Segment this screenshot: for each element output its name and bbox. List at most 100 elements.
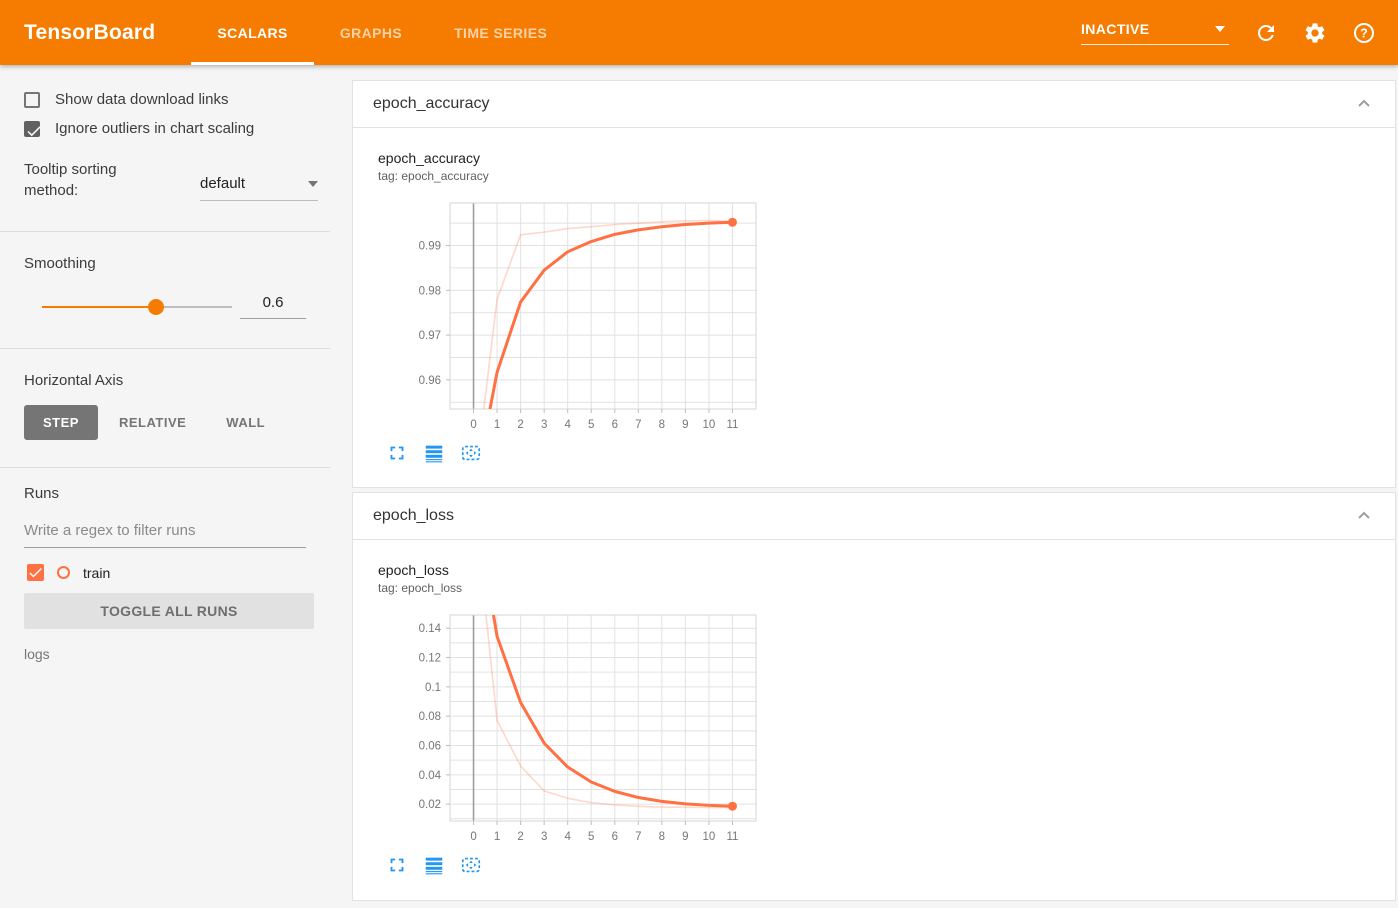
svg-text:11: 11 — [726, 419, 738, 431]
svg-text:8: 8 — [659, 831, 665, 843]
dropdown-caret-icon — [308, 180, 318, 187]
category-body: epoch_accuracy tag: epoch_accuracy 0.96 0… — [353, 128, 1395, 487]
fit-domain-icon[interactable] — [460, 442, 482, 464]
slider-fill — [42, 305, 156, 308]
settings-gear-icon[interactable] — [1303, 21, 1327, 45]
run-item-train[interactable]: train — [0, 564, 330, 581]
svg-text:4: 4 — [564, 831, 571, 843]
checkbox-label: Ignore outliers in chart scaling — [55, 120, 255, 137]
svg-text:4: 4 — [564, 419, 571, 431]
svg-text:0.1: 0.1 — [425, 682, 441, 694]
svg-text:10: 10 — [703, 419, 716, 431]
chevron-up-icon[interactable] — [1355, 507, 1373, 525]
svg-text:2: 2 — [517, 419, 523, 431]
divider — [0, 231, 330, 232]
svg-text:0.98: 0.98 — [419, 285, 441, 297]
show-download-links-checkbox[interactable]: Show data download links — [0, 91, 330, 108]
header-actions: INACTIVE ? — [1081, 21, 1376, 45]
tab-graphs[interactable]: GRAPHS — [314, 0, 428, 65]
runs-filter-input[interactable] — [24, 522, 306, 548]
divider — [0, 467, 330, 468]
svg-text:7: 7 — [635, 831, 641, 843]
runs-selector-icon[interactable] — [423, 442, 445, 464]
chart-svg: 0.96 0.97 0.98 0.99 0 1 2 3 4 5 6 7 8 9 10 11 — [419, 202, 757, 431]
settings-sidebar: Show data download links Ignore outliers… — [0, 65, 330, 908]
ignore-outliers-checkbox[interactable]: Ignore outliers in chart scaling — [0, 120, 330, 137]
scalar-chart-card: epoch_accuracy tag: epoch_accuracy 0.96 0… — [378, 150, 778, 464]
toggle-all-runs-button[interactable]: TOGGLE ALL RUNS — [24, 593, 314, 629]
smoothing-slider[interactable] — [42, 298, 232, 315]
chart-tag: tag: epoch_loss — [378, 581, 463, 595]
run-color-swatch-icon — [57, 566, 70, 579]
run-checkbox-checked-icon[interactable] — [27, 564, 44, 581]
svg-text:2: 2 — [517, 831, 523, 843]
checkbox-label: Show data download links — [55, 91, 229, 108]
axis-step-button[interactable]: STEP — [24, 405, 98, 440]
svg-text:0.08: 0.08 — [419, 711, 441, 723]
svg-text:3: 3 — [541, 831, 547, 843]
smoothing-slider-row: 0.6 — [0, 294, 330, 319]
chart-toolbar — [386, 442, 778, 464]
svg-text:7: 7 — [635, 419, 641, 431]
app-title: TensorBoard — [24, 20, 156, 44]
chevron-up-icon[interactable] — [1355, 95, 1373, 113]
svg-text:0.14: 0.14 — [419, 623, 442, 635]
checkbox-checked-icon[interactable] — [24, 120, 41, 137]
svg-text:6: 6 — [612, 831, 618, 843]
horizontal-axis-buttons: STEP RELATIVE WALL — [0, 405, 330, 440]
svg-text:5: 5 — [588, 419, 594, 431]
runs-heading: Runs — [24, 485, 60, 502]
tooltip-sorting-row: Tooltip sorting method: default — [0, 159, 330, 201]
category-header[interactable]: epoch_accuracy — [353, 81, 1395, 128]
svg-text:0.96: 0.96 — [419, 375, 441, 387]
reload-status-dropdown[interactable]: INACTIVE — [1081, 21, 1229, 45]
refresh-icon[interactable] — [1254, 21, 1278, 45]
svg-text:0.97: 0.97 — [419, 330, 441, 342]
tooltip-sorting-dropdown[interactable]: default — [200, 175, 318, 201]
chart-svg: 0.02 0.04 0.06 0.08 0.1 0.12 0.14 0 1 2 3 4 5 6 7 8 9 10 1… — [419, 614, 757, 843]
svg-text:0: 0 — [470, 419, 476, 431]
line-chart[interactable]: 0.02 0.04 0.06 0.08 0.1 0.12 0.14 0 1 2 3 4 5 6 7 8 9 10 1… — [378, 607, 778, 850]
runs-selector-icon[interactable] — [423, 854, 445, 876]
chart-toolbar — [386, 854, 778, 876]
smoothing-value-input[interactable]: 0.6 — [240, 294, 306, 319]
category-body: epoch_loss tag: epoch_loss 0.02 0.04 0.06 0… — [353, 540, 1395, 900]
svg-text:9: 9 — [682, 419, 688, 431]
dropdown-caret-icon — [1215, 25, 1225, 32]
svg-text:3: 3 — [541, 419, 547, 431]
horizontal-axis-heading: Horizontal Axis — [24, 372, 124, 389]
fit-domain-icon[interactable] — [460, 854, 482, 876]
svg-text:0: 0 — [470, 831, 476, 843]
slider-thumb[interactable] — [148, 298, 164, 315]
app-header: TensorBoard SCALARS GRAPHS TIME SERIES I… — [0, 0, 1398, 65]
line-chart[interactable]: 0.96 0.97 0.98 0.99 0 1 2 3 4 5 6 7 8 9 10 11 — [378, 195, 778, 438]
svg-text:11: 11 — [726, 831, 738, 843]
scalar-chart-card: epoch_loss tag: epoch_loss 0.02 0.04 0.06 0… — [378, 562, 778, 876]
category-card-epoch-accuracy: epoch_accuracy epoch_accuracy tag: epoch… — [352, 80, 1396, 488]
category-title: epoch_loss — [373, 507, 454, 524]
axis-wall-button[interactable]: WALL — [207, 405, 284, 440]
svg-text:1: 1 — [494, 419, 500, 431]
expand-chart-icon[interactable] — [386, 854, 408, 876]
tab-scalars[interactable]: SCALARS — [191, 0, 315, 65]
svg-text:9: 9 — [682, 831, 688, 843]
chart-title: epoch_accuracy — [378, 150, 480, 166]
svg-text:0.12: 0.12 — [419, 653, 441, 665]
tab-time-series[interactable]: TIME SERIES — [428, 0, 573, 65]
runs-footer-logdir: logs — [24, 646, 50, 662]
checkbox-unchecked-icon[interactable] — [24, 91, 40, 108]
svg-text:8: 8 — [659, 419, 665, 431]
axis-relative-button[interactable]: RELATIVE — [100, 405, 205, 440]
chart-title: epoch_loss — [378, 562, 449, 578]
svg-text:0.04: 0.04 — [419, 770, 442, 782]
scalars-dashboard: epoch_accuracy epoch_accuracy tag: epoch… — [352, 80, 1396, 905]
main-tabs: SCALARS GRAPHS TIME SERIES — [191, 0, 573, 65]
help-icon[interactable]: ? — [1352, 21, 1376, 45]
expand-chart-icon[interactable] — [386, 442, 408, 464]
category-title: epoch_accuracy — [373, 95, 490, 112]
chart-tag: tag: epoch_accuracy — [378, 169, 489, 183]
svg-text:0.06: 0.06 — [419, 740, 441, 752]
reload-status-value: INACTIVE — [1081, 20, 1150, 37]
category-header[interactable]: epoch_loss — [353, 493, 1395, 540]
run-label: train — [83, 564, 111, 581]
